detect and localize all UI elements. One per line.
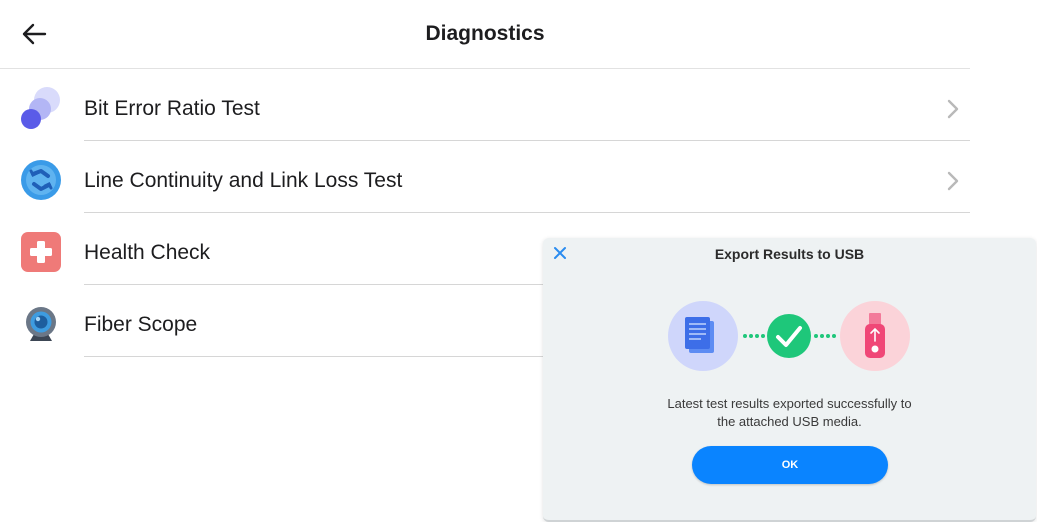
list-item-label: Bit Error Ratio Test: [84, 97, 260, 120]
document-icon: [668, 301, 738, 371]
medical-cross-icon: [18, 229, 64, 275]
dialog-title: Export Results to USB: [714, 246, 865, 262]
chevron-right-icon: [947, 171, 959, 191]
cycle-icon: [18, 157, 64, 203]
page-title: Diagnostics: [425, 22, 545, 45]
ok-button[interactable]: OK: [692, 446, 888, 484]
usb-drive-icon: [840, 301, 910, 371]
connector-dots-left: [743, 334, 765, 338]
dialog-message: Latest test results exported successfull…: [583, 395, 996, 431]
diagnostics-screen: Diagnostics Bit Error Ratio Test Line Co…: [0, 0, 1037, 522]
header-bar: Diagnostics: [0, 0, 970, 69]
check-icon: [767, 314, 811, 358]
list-item-label: Line Continuity and Link Loss Test: [84, 169, 403, 192]
bubbles-icon: [18, 85, 64, 131]
chevron-right-icon: [947, 99, 959, 119]
export-usb-dialog: Export Results to USB Latest test result…: [543, 238, 1036, 522]
list-item-label: Health Check: [84, 241, 211, 264]
webcam-icon: [18, 301, 64, 347]
usb-export-illustration: [668, 301, 910, 371]
dialog-message-line: the attached USB media.: [717, 414, 862, 429]
list-item-line-continuity-test[interactable]: Line Continuity and Link Loss Test: [0, 141, 970, 213]
dialog-message-line: Latest test results exported successfull…: [667, 396, 912, 411]
list-item-bit-error-ratio-test[interactable]: Bit Error Ratio Test: [0, 69, 970, 141]
list-item-label: Fiber Scope: [84, 313, 198, 336]
connector-dots-right: [814, 334, 836, 338]
